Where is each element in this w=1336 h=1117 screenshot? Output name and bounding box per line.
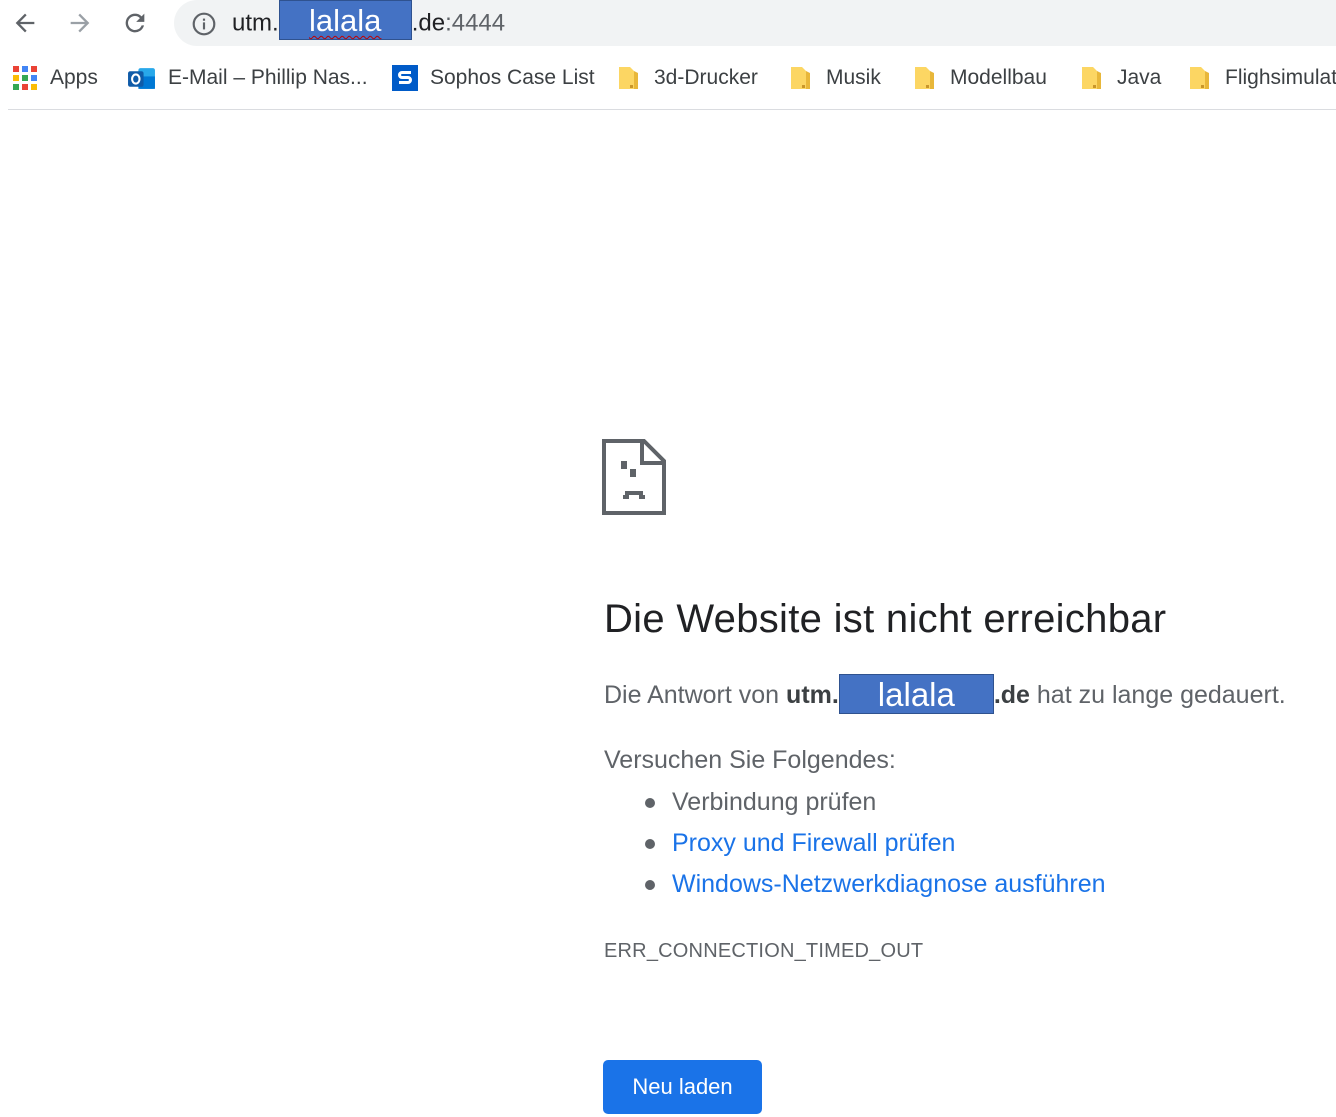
error-code: ERR_CONNECTION_TIMED_OUT [604,940,924,962]
suggestion-proxy-firewall-link[interactable]: Proxy und Firewall prüfen [604,827,1106,868]
bookmark-apps[interactable]: Apps [12,63,98,93]
suggestion-check-connection: Verbindung prüfen [604,786,1106,827]
forward-button[interactable] [63,6,97,40]
arrow-right-icon [70,13,90,33]
folder-icon [915,67,934,89]
bookmark-label: Flighsimulat [1225,66,1336,89]
outlook-icon [128,67,155,89]
url-host-prefix: utm. [232,9,279,37]
address-bar[interactable]: utm. lalala .de:4444 [174,0,1336,46]
folder-icon [791,67,810,89]
bookmark-folder-3d-drucker[interactable]: 3d-Drucker [616,63,758,93]
reload-page-button[interactable] [118,6,152,40]
bookmark-email[interactable]: E-Mail – Phillip Nas... [127,63,368,93]
suggestions-list: Verbindung prüfen Proxy und Firewall prü… [604,786,1106,909]
arrow-left-icon [15,13,35,33]
bookmark-sophos[interactable]: Sophos Case List [392,63,595,93]
error-desc-prefix: Die Antwort von [604,681,780,709]
bookmark-folder-modellbau[interactable]: Modellbau [912,63,1047,93]
back-button[interactable] [8,6,42,40]
bookmark-label: 3d-Drucker [654,66,758,89]
bookmark-label: Musik [826,66,881,89]
url-port: :4444 [445,9,506,37]
error-title: Die Website ist nicht erreichbar [604,597,1167,641]
error-description: Die Antwort von utm. lalala .de hat zu lan… [604,674,1286,715]
error-host-suffix: .de [993,681,1030,709]
reload-button[interactable]: Neu laden [603,1060,762,1114]
bookmark-folder-musik[interactable]: Musik [788,63,881,93]
bookmark-label: Apps [50,66,98,89]
suggestion-network-diagnostics-link[interactable]: Windows-Netzwerkdiagnose ausführen [604,868,1106,909]
folder-icon [619,67,638,89]
error-host-prefix: utm. [786,681,839,709]
bookmark-label: Sophos Case List [430,66,595,89]
url-text[interactable]: utm. lalala .de:4444 [232,0,506,40]
url-redaction-box: lalala [278,0,412,40]
host-redaction-box: lalala [838,674,994,715]
url-host-suffix: .de [411,9,446,37]
folder-icon [1190,67,1209,89]
suggestions-heading: Versuchen Sie Folgendes: [604,746,896,774]
error-desc-suffix: hat zu lange gedauert. [1036,681,1286,709]
toolbar-divider [8,109,1336,110]
bookmark-label: E-Mail – Phillip Nas... [168,66,368,89]
bookmark-folder-java[interactable]: Java [1079,63,1161,93]
bookmark-label: Java [1117,66,1162,89]
apps-grid-icon [13,66,37,90]
bookmark-label: Modellbau [950,66,1047,89]
browser-toolbar: utm. lalala .de:4444 [0,0,1336,46]
sophos-icon [392,65,418,91]
reload-icon [125,13,145,33]
info-icon[interactable] [191,11,217,37]
sad-page-icon [602,439,666,515]
bookmark-folder-flighsimulat[interactable]: Flighsimulat [1187,63,1336,93]
bookmarks-bar: Apps E-Mail – Phillip Nas... Sophos Case… [0,52,1336,102]
folder-icon [1082,67,1101,89]
